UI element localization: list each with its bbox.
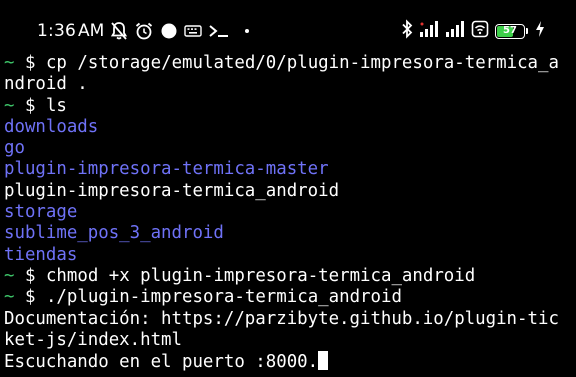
terminal-output[interactable]: ~ $ cp /storage/emulated/0/plugin-impres… <box>4 53 572 372</box>
keyboard-icon <box>184 24 202 38</box>
status-bar: 1:36 AM 57 <box>0 0 576 60</box>
circle-dot-icon <box>160 22 178 40</box>
status-bar-left: 1:36 AM <box>37 18 256 44</box>
terminal-line: ket-js/index.html <box>4 330 572 351</box>
directory-entry: storage <box>4 202 78 223</box>
terminal-line: go <box>4 138 572 159</box>
prompt-tilde: ~ <box>4 287 15 308</box>
small-dot-icon <box>244 28 250 34</box>
status-bar-right: 57 <box>401 19 546 43</box>
terminal-line: ~ $ chmod +x plugin-impresora-termica_an… <box>4 266 572 287</box>
terminal-line: plugin-impresora-termica-master <box>4 159 572 180</box>
terminal-line: Documentación: https://parzibyte.github.… <box>4 309 572 330</box>
terminal-line: ~ $ ./plugin-impresora-termica_android <box>4 287 572 308</box>
terminal-prompt-icon <box>208 23 230 39</box>
command-text: ls <box>45 95 67 116</box>
output-text: plugin-impresora-termica_android <box>4 180 340 201</box>
prompt-tilde: ~ <box>4 265 15 286</box>
battery-icon: 57 <box>495 23 528 39</box>
notifications-off-icon <box>110 21 128 41</box>
terminal-line: ~ $ cp /storage/emulated/0/plugin-impres… <box>4 53 572 74</box>
charging-icon <box>534 20 546 42</box>
terminal-line: tiendas <box>4 245 572 266</box>
terminal-line: downloads <box>4 117 572 138</box>
terminal-line: storage <box>4 202 572 223</box>
wifi-hotspot-icon <box>471 20 489 42</box>
bluetooth-icon <box>401 19 413 43</box>
directory-entry: tiendas <box>4 244 78 265</box>
directory-entry: downloads <box>4 116 99 137</box>
command-text: chmod +x plugin-impresora-termica_androi… <box>45 265 476 286</box>
prompt-tilde: ~ <box>4 95 15 116</box>
output-text: ndroid . <box>4 74 88 95</box>
battery-level: 57 <box>503 25 517 36</box>
terminal-line: ~ $ ls <box>4 96 572 117</box>
terminal-line: sublime_pos_3_android <box>4 223 572 244</box>
prompt-dollar: $ <box>24 95 36 116</box>
output-text: Documentación: https://parzibyte.github.… <box>4 308 559 329</box>
signal-icon <box>445 20 465 42</box>
command-text: cp /storage/emulated/0/plugin-impresora-… <box>45 53 559 73</box>
alarm-icon <box>134 21 154 41</box>
prompt-dollar: $ <box>24 265 36 286</box>
clock-time: 1:36 <box>37 21 76 41</box>
directory-entry: go <box>4 138 25 159</box>
prompt-tilde: ~ <box>4 53 15 73</box>
output-text: Escuchando en el puerto :8000. <box>4 352 319 373</box>
prompt-dollar: $ <box>24 53 36 73</box>
output-text: ket-js/index.html <box>4 329 182 350</box>
terminal-line: ndroid . <box>4 74 572 95</box>
terminal-line: plugin-impresora-termica_android <box>4 181 572 202</box>
directory-entry: sublime_pos_3_android <box>4 223 224 244</box>
terminal-cursor <box>318 351 329 371</box>
clock-ampm: AM <box>77 21 105 41</box>
directory-entry: plugin-impresora-termica-master <box>4 159 329 180</box>
signal-icon <box>419 20 439 42</box>
prompt-dollar: $ <box>24 287 36 308</box>
terminal-line: Escuchando en el puerto :8000. <box>4 351 572 372</box>
command-text: ./plugin-impresora-termica_android <box>45 287 402 308</box>
